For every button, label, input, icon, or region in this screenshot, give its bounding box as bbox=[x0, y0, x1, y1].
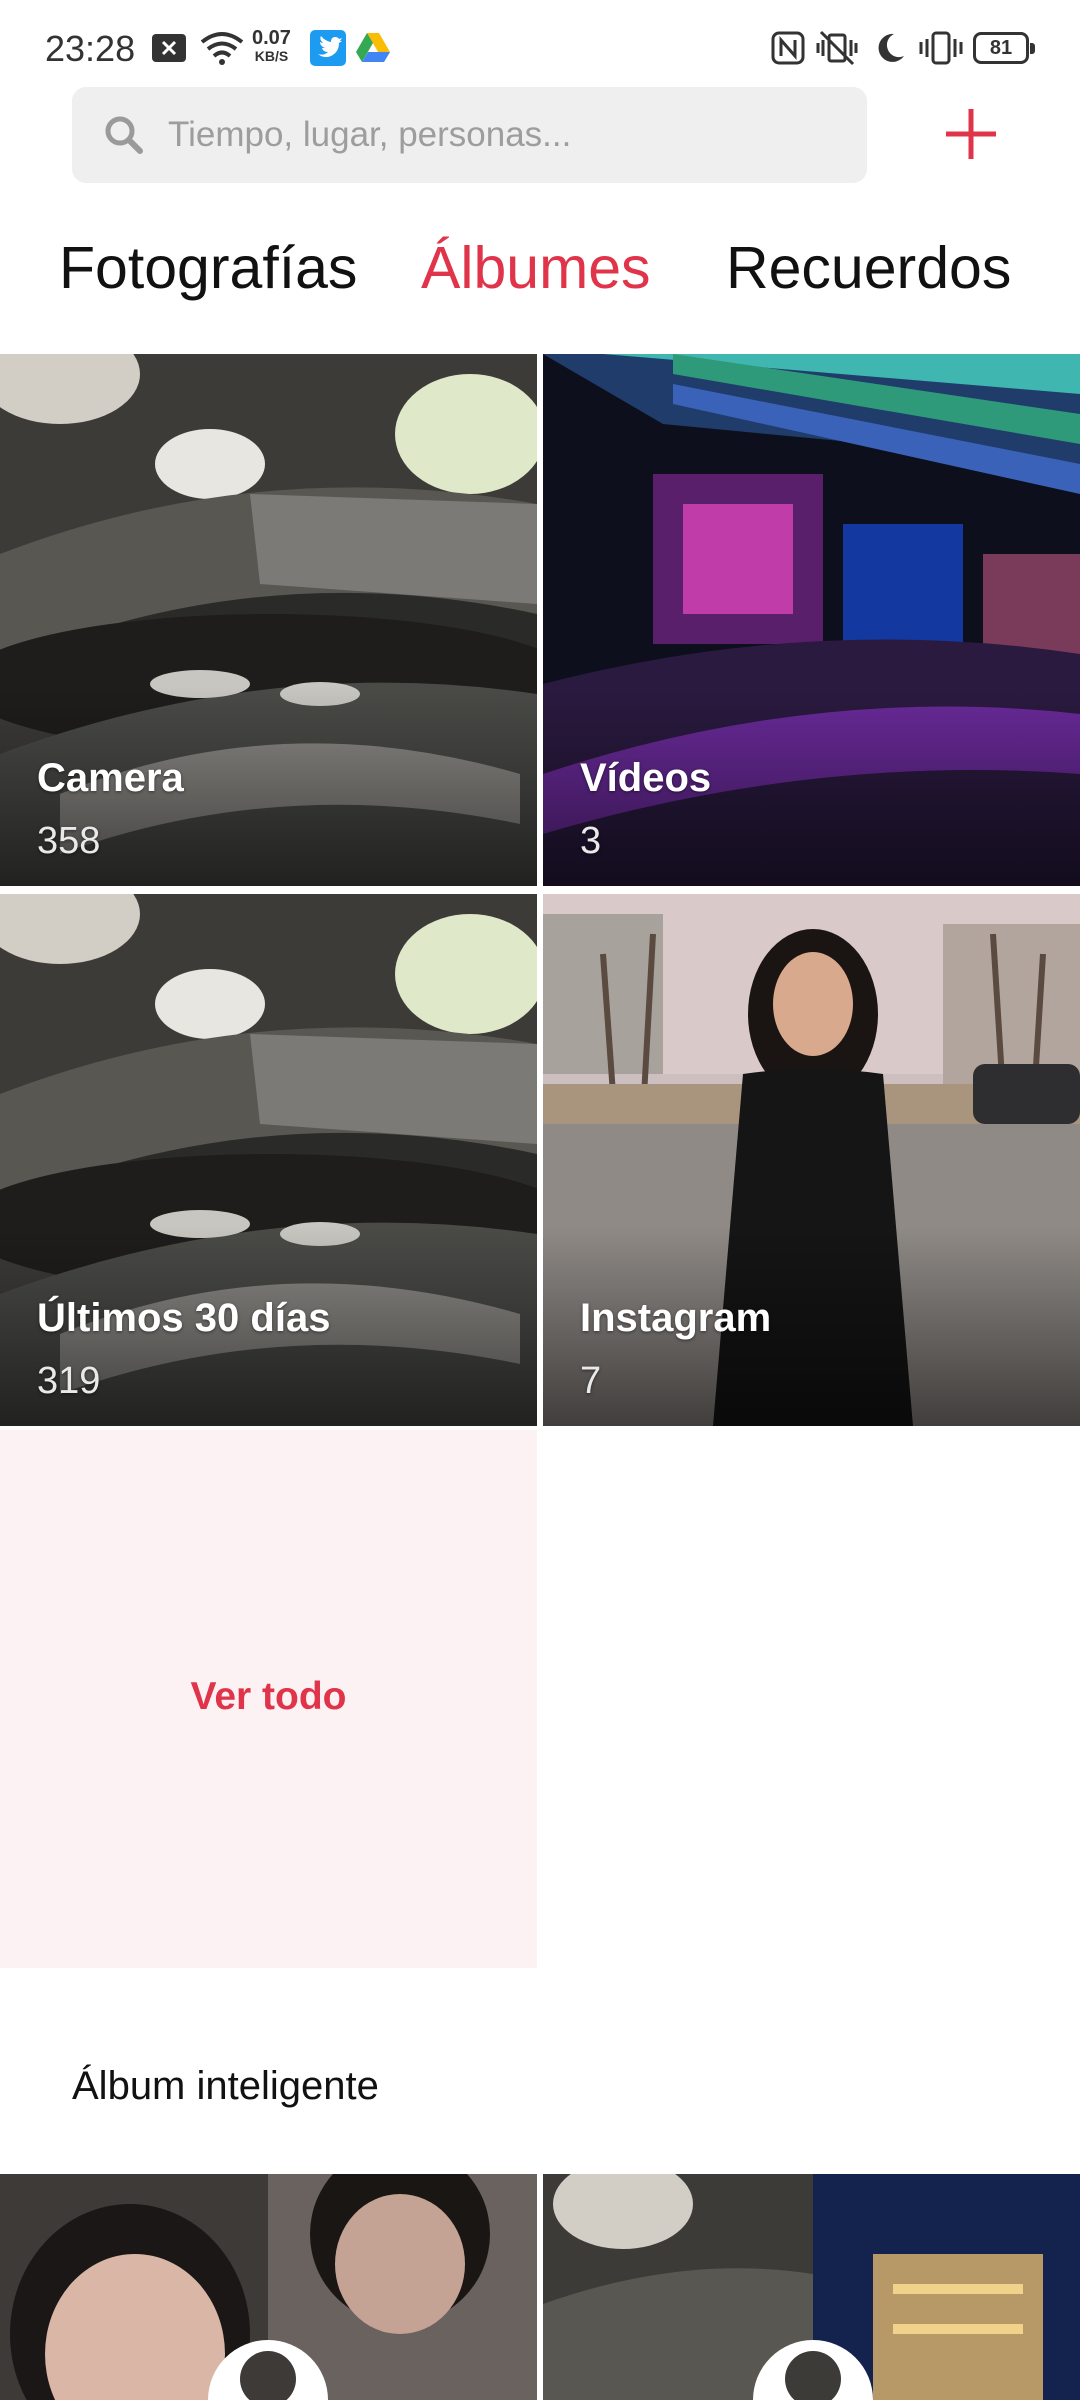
album-count: 319 bbox=[37, 1360, 101, 1402]
nfc-icon bbox=[770, 28, 806, 68]
search-input[interactable] bbox=[168, 87, 848, 183]
twitter-icon bbox=[310, 28, 346, 68]
album-tile-videos[interactable]: Vídeos 3 bbox=[543, 354, 1080, 886]
vibrate-icon bbox=[918, 28, 964, 68]
smart-album-places[interactable] bbox=[543, 2174, 1080, 2400]
battery-icon: 81 bbox=[973, 32, 1035, 64]
search-icon bbox=[105, 116, 143, 154]
status-time: 23:28 bbox=[45, 28, 136, 69]
smart-album-people[interactable] bbox=[0, 2174, 537, 2400]
album-name: Últimos 30 días bbox=[37, 1296, 331, 1340]
album-name: Vídeos bbox=[580, 756, 712, 800]
album-name: Camera bbox=[37, 756, 184, 800]
album-name: Instagram bbox=[580, 1296, 772, 1340]
status-bar: 23:28 0.07 KB/S 81 bbox=[0, 0, 1080, 92]
view-all-button[interactable]: Ver todo bbox=[0, 1430, 537, 1968]
moon-icon bbox=[872, 28, 908, 68]
battery-level: 81 bbox=[989, 37, 1013, 59]
smart-album-cover bbox=[543, 2174, 1080, 2400]
smart-album-cover bbox=[0, 2174, 537, 2400]
album-tile-instagram[interactable]: Instagram 7 bbox=[543, 894, 1080, 1426]
tab-recuerdos[interactable]: Recuerdos bbox=[726, 228, 1011, 308]
album-count: 7 bbox=[580, 1360, 602, 1402]
wifi-icon bbox=[200, 28, 244, 68]
search-bar[interactable] bbox=[72, 87, 867, 183]
tab-bar: Fotografías Álbumes Recuerdos bbox=[0, 228, 1080, 308]
vibrate-off-icon bbox=[815, 28, 859, 68]
google-drive-icon bbox=[355, 28, 391, 68]
album-tile-camera[interactable]: Camera 358 bbox=[0, 354, 537, 886]
network-speed: 0.07 KB/S bbox=[252, 28, 291, 64]
tab-fotografias[interactable]: Fotografías bbox=[59, 228, 357, 308]
notification-x-icon bbox=[150, 28, 188, 68]
network-speed-value: 0.07 bbox=[252, 27, 291, 49]
view-all-label: Ver todo bbox=[190, 1675, 347, 1718]
add-album-button[interactable] bbox=[940, 103, 1002, 165]
plus-icon bbox=[946, 109, 996, 159]
network-speed-unit: KB/S bbox=[254, 48, 289, 64]
album-count: 3 bbox=[580, 820, 602, 862]
album-tile-ultimos-30-dias[interactable]: Últimos 30 días 319 bbox=[0, 894, 537, 1426]
tab-albumes[interactable]: Álbumes bbox=[421, 228, 651, 308]
smart-album-title: Álbum inteligente bbox=[72, 2064, 379, 2108]
album-count: 358 bbox=[37, 820, 101, 862]
